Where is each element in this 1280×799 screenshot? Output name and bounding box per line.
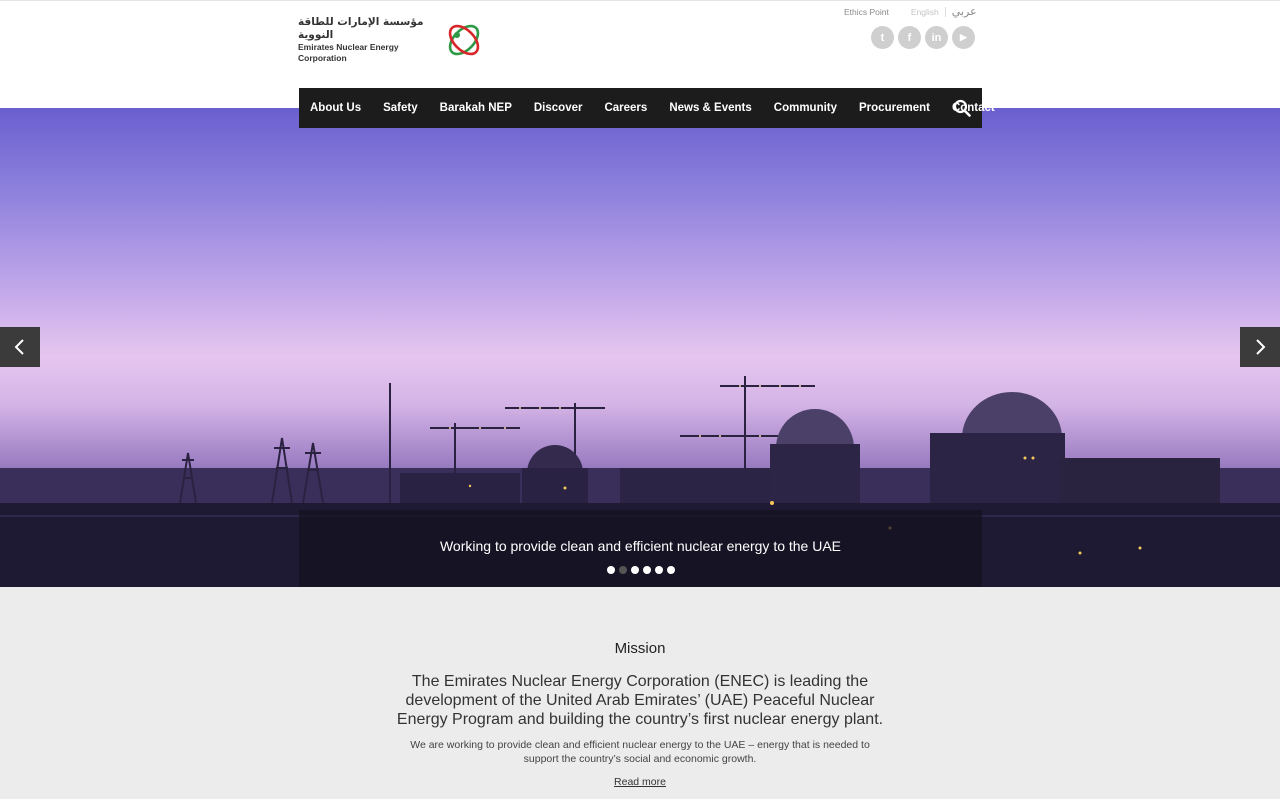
hero-slider: Working to provide clean and efficient n… — [0, 108, 1280, 587]
twitter-glyph: t — [880, 31, 885, 44]
search-icon[interactable] — [953, 99, 971, 117]
slider-dot-6[interactable] — [666, 566, 675, 574]
facebook-icon[interactable]: f — [898, 26, 921, 49]
nav-careers[interactable]: Careers — [604, 102, 647, 114]
mission-title: Mission — [614, 640, 666, 657]
read-more-link-wrap: Read more — [0, 776, 1280, 788]
slider-dot-5[interactable] — [654, 566, 663, 574]
chevron-right-icon — [1256, 339, 1266, 355]
ethics-point-link[interactable]: Ethics Point — [844, 7, 889, 17]
slider-dot-4[interactable] — [642, 566, 651, 574]
nav-barakah-nep[interactable]: Barakah NEP — [440, 102, 512, 114]
main-navigation: About Us Safety Barakah NEP Discover Car… — [299, 88, 995, 128]
utility-links: Ethics Point English عربي — [844, 5, 977, 18]
mission-lead-text: The Emirates Nuclear Energy Corporation … — [396, 673, 884, 728]
nav-procurement[interactable]: Procurement — [859, 102, 930, 114]
language-divider — [944, 6, 946, 17]
logo-text: مؤسسة الإمارات للطاقة النووية Emirates N… — [298, 16, 440, 64]
logo-arabic-name: مؤسسة الإمارات للطاقة النووية — [298, 16, 424, 41]
mission-body-text: We are working to provide clean and effi… — [410, 739, 870, 765]
slider-prev-button[interactable] — [0, 327, 40, 367]
youtube-icon[interactable]: ▶ — [952, 26, 975, 49]
mission-section: Mission The Emirates Nuclear Energy Corp… — [0, 587, 1280, 799]
slider-pagination — [299, 566, 982, 574]
social-links: t f in ▶ — [871, 26, 975, 49]
slider-dot-3[interactable] — [630, 566, 639, 574]
slider-dot-2[interactable] — [618, 566, 627, 574]
slide-caption: Working to provide clean and efficient n… — [439, 538, 842, 554]
linkedin-icon[interactable]: in — [925, 26, 948, 49]
nav-about-us[interactable]: About Us — [310, 102, 361, 114]
arabic-language-link[interactable]: عربي — [952, 5, 977, 18]
nav-safety[interactable]: Safety — [383, 102, 418, 114]
twitter-icon[interactable]: t — [871, 26, 894, 49]
enec-logo[interactable]: مؤسسة الإمارات للطاقة النووية Emirates N… — [298, 16, 488, 64]
facebook-glyph: f — [907, 31, 912, 44]
linkedin-glyph: in — [931, 31, 942, 44]
youtube-glyph: ▶ — [960, 32, 967, 42]
slider-dot-1[interactable] — [606, 566, 615, 574]
nav-discover[interactable]: Discover — [534, 102, 583, 114]
slide-caption-panel: Working to provide clean and efficient n… — [299, 510, 982, 587]
logo-english-name: Emirates Nuclear Energy Corporation — [298, 42, 399, 63]
nav-news-events[interactable]: News & Events — [669, 102, 751, 114]
chevron-left-icon — [14, 339, 24, 355]
read-more-link[interactable]: Read more — [614, 776, 666, 788]
english-language-link[interactable]: English — [911, 7, 939, 17]
nav-community[interactable]: Community — [774, 102, 837, 114]
slider-next-button[interactable] — [1240, 327, 1280, 367]
logo-mark-icon — [448, 24, 480, 56]
